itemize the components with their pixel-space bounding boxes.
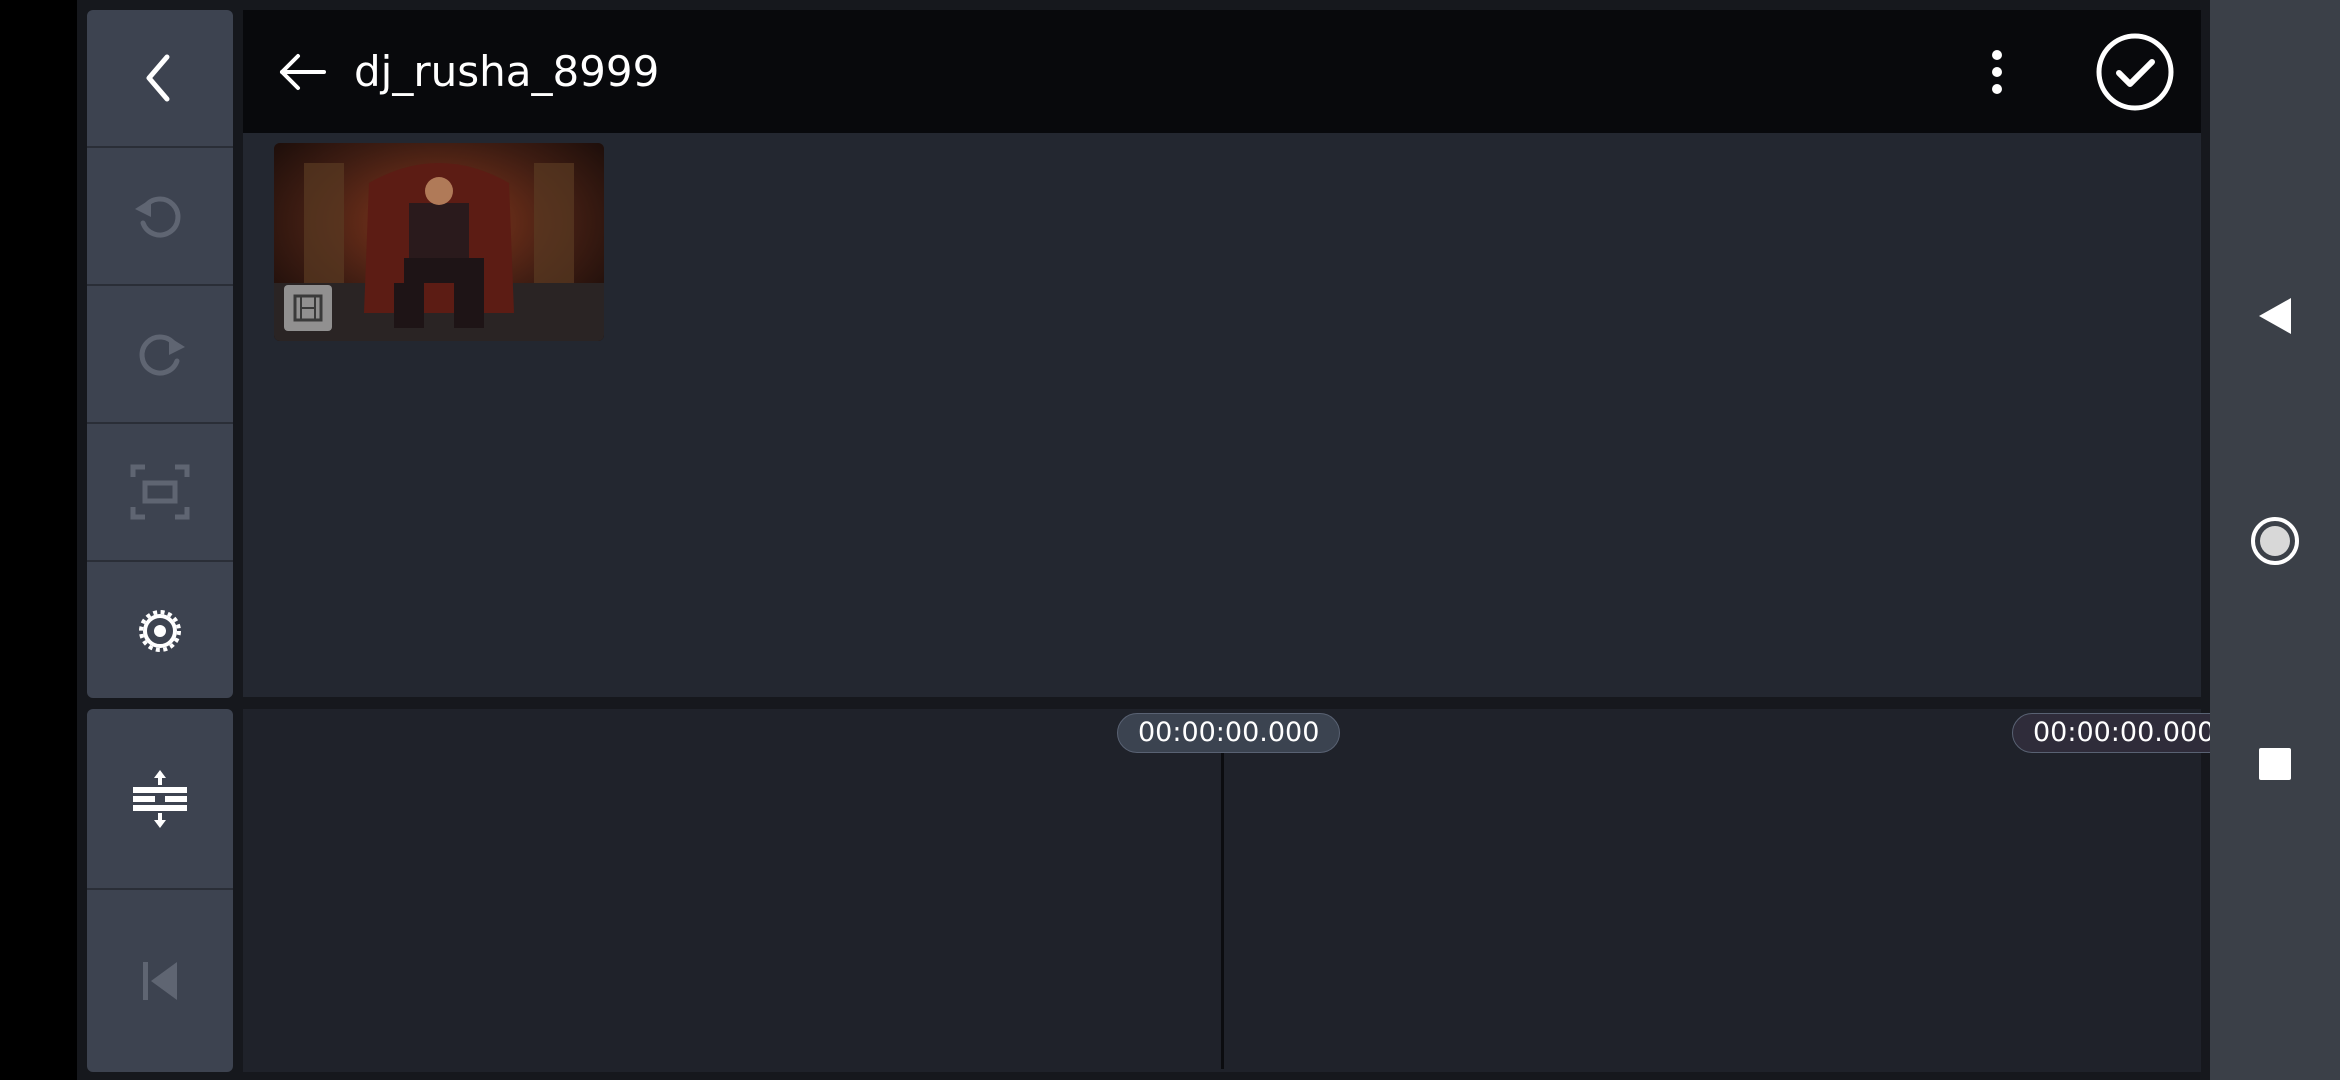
undo-icon xyxy=(135,196,181,238)
nav-recents-icon xyxy=(2259,748,2291,780)
media-browser xyxy=(243,133,2201,697)
nav-home-icon xyxy=(2251,517,2299,565)
side-toolbar-top xyxy=(87,10,233,698)
undo-button[interactable] xyxy=(87,148,233,286)
nav-recents-button[interactable] xyxy=(2210,719,2340,809)
collapse-back-button[interactable] xyxy=(87,10,233,148)
system-navigation-bar xyxy=(2210,0,2340,1080)
more-vert-icon xyxy=(1992,50,2002,94)
redo-button[interactable] xyxy=(87,286,233,424)
nav-home-button[interactable] xyxy=(2210,496,2340,586)
more-options-button[interactable] xyxy=(1981,40,2013,104)
settings-icon xyxy=(139,610,181,652)
redo-icon xyxy=(139,334,185,376)
fit-screen-icon xyxy=(130,464,190,520)
done-button[interactable] xyxy=(2095,32,2175,112)
back-button[interactable] xyxy=(273,42,333,102)
video-type-badge xyxy=(284,285,332,331)
timeline-panel[interactable]: 00:00:00.000 00:00:00.000 xyxy=(243,709,2236,1072)
settings-button[interactable] xyxy=(87,562,233,698)
arrow-left-icon xyxy=(280,54,326,90)
total-timecode: 00:00:00.000 xyxy=(2012,713,2236,753)
chevron-left-icon xyxy=(146,54,170,102)
expand-timeline-button[interactable] xyxy=(87,709,233,890)
current-timecode: 00:00:00.000 xyxy=(1117,713,1341,753)
check-circle-icon xyxy=(2096,33,2174,111)
media-thumbnail[interactable] xyxy=(274,143,604,341)
skip-to-start-button[interactable] xyxy=(87,890,233,1072)
side-toolbar-bottom xyxy=(87,709,233,1072)
expand-collapse-icon xyxy=(133,769,187,828)
playhead-line[interactable] xyxy=(1221,753,1224,1069)
nav-back-button[interactable] xyxy=(2210,271,2340,361)
page-title: dj_rusha_8999 xyxy=(354,47,660,96)
film-icon xyxy=(293,294,323,322)
fit-screen-button[interactable] xyxy=(87,424,233,562)
skip-to-start-icon xyxy=(143,962,177,1000)
nav-back-icon xyxy=(2259,298,2291,334)
header-bar: dj_rusha_8999 xyxy=(243,10,2201,133)
